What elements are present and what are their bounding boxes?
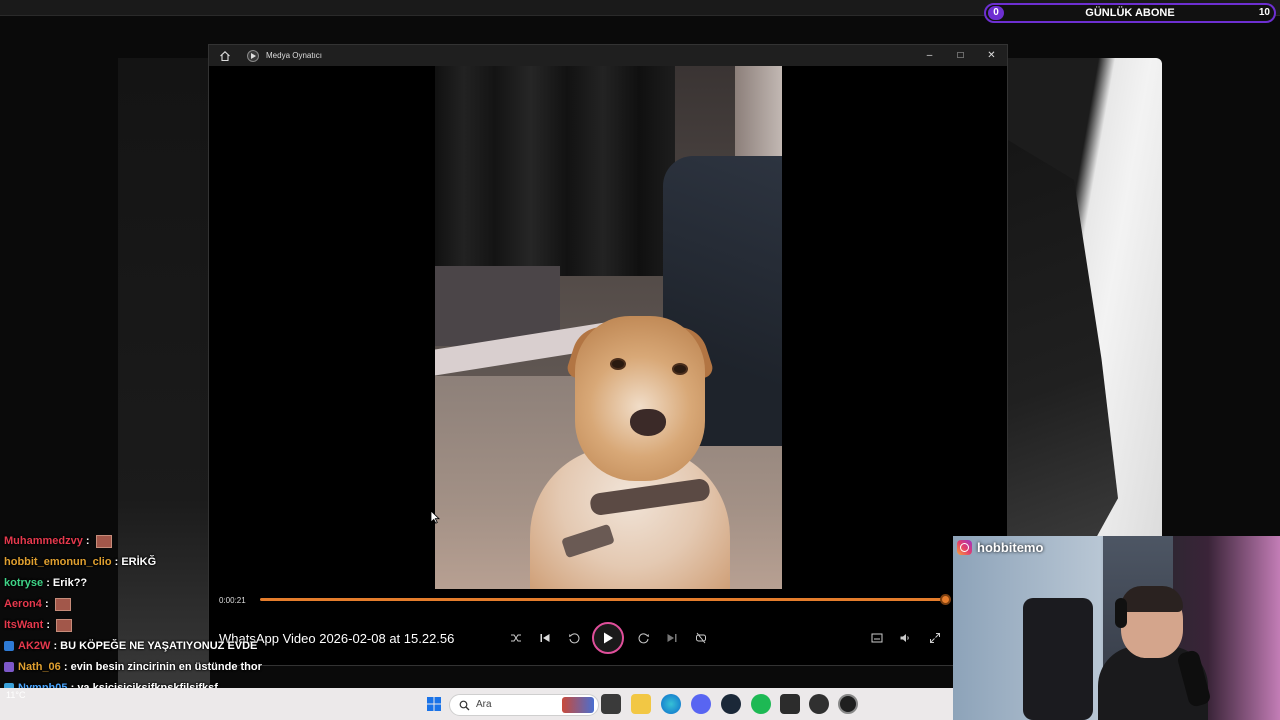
dog-head [575, 316, 705, 481]
instagram-label: hobbitemo [957, 540, 1043, 555]
chat-message: kotryse : Erik?? [4, 577, 88, 589]
chat-text: BU KÖPEĞE NE YAŞATIYONUZ EVDE [60, 640, 258, 652]
subscriber-goal-bar: 0 GÜNLÜK ABONE 10 [984, 3, 1276, 23]
steam-icon[interactable] [721, 694, 741, 714]
chat-badge-icon [4, 662, 14, 673]
webcam-headset [1115, 598, 1127, 628]
dog-left-eye [610, 358, 626, 370]
webcam-chair [1023, 598, 1093, 720]
chat-message: Muhammedzvy : [4, 531, 294, 552]
video-frame[interactable] [435, 66, 782, 589]
media-player-titlebar[interactable]: Medya Oynatıcı – □ ✕ [209, 45, 1007, 66]
chat-username: hobbit_emonun_clio [4, 556, 112, 568]
forward-30-icon[interactable] [632, 627, 654, 649]
repeat-icon[interactable] [690, 627, 712, 649]
chat-username: kotryse [4, 577, 44, 589]
chat-username: Nath_06 [18, 661, 61, 673]
seek-bar[interactable] [260, 598, 947, 601]
discord-icon[interactable] [691, 694, 711, 714]
dog-right-eye [672, 363, 688, 375]
chat-message: AK2W : BU KÖPEĞE NE YAŞATIYONUZ EVDE [4, 636, 294, 657]
file-explorer-icon[interactable] [631, 694, 651, 714]
webcam-overlay: hobbitemo [953, 536, 1280, 720]
weather-temperature: 11°C [6, 690, 26, 700]
media-player-app-icon [247, 49, 259, 62]
next-icon[interactable] [661, 627, 683, 649]
chat-badge-icon [4, 641, 14, 652]
play-button[interactable] [592, 622, 624, 654]
search-icon [459, 700, 470, 711]
seek-thumb[interactable] [940, 594, 951, 605]
obs-icon[interactable] [809, 694, 829, 714]
shuffle-icon[interactable] [505, 627, 527, 649]
close-button[interactable]: ✕ [976, 45, 1007, 66]
video-curtain [435, 66, 675, 276]
subtitles-icon[interactable] [866, 627, 888, 649]
chat-text: ERİKĞ [121, 556, 157, 568]
window-title: Medya Oynatıcı [266, 51, 323, 60]
play-icon [604, 632, 613, 644]
volume-icon[interactable] [894, 627, 916, 649]
chat-message: ItsWant : [4, 615, 294, 636]
mouse-cursor-icon [430, 510, 440, 524]
chat-text: Erik?? [52, 577, 88, 589]
minimize-button[interactable]: – [914, 45, 945, 66]
chat-message: hobbit_emonun_clio : ERİKĞ [4, 556, 157, 568]
media-player-window[interactable]: Medya Oynatıcı – □ ✕ 0:00:21 WhatsApp Vi… [208, 44, 1008, 666]
fullscreen-icon[interactable] [924, 627, 946, 649]
terminal-icon[interactable] [780, 694, 800, 714]
chat-username: Muhammedzvy [4, 535, 83, 547]
chat-username: Aeron4 [4, 598, 42, 610]
windows-start-icon[interactable] [424, 694, 444, 714]
taskbar-search-input[interactable]: Ara [449, 694, 599, 716]
previous-icon[interactable] [534, 627, 556, 649]
task-view-icon[interactable] [601, 694, 621, 714]
chat-message: Nath_06 : evin besin zincirinin en üstün… [4, 657, 294, 678]
chat-username: ItsWant [4, 619, 44, 631]
instagram-icon [957, 540, 972, 555]
instagram-handle: hobbitemo [977, 540, 1044, 555]
edge-browser-icon[interactable] [661, 694, 681, 714]
stream-scene: 0 GÜNLÜK ABONE 10 Medya Oynatıcı – □ ✕ 0… [0, 0, 1280, 720]
dog-nose [630, 409, 666, 436]
home-icon[interactable] [219, 50, 231, 62]
search-highlight-image [562, 697, 594, 713]
maximize-button[interactable]: □ [945, 45, 976, 66]
chat-emote-icon [54, 597, 71, 611]
chat-message: Aeron4 : [4, 594, 294, 615]
chat-username: AK2W [18, 640, 51, 652]
subscriber-goal-title: GÜNLÜK ABONE [1085, 7, 1175, 19]
search-placeholder: Ara [476, 699, 492, 710]
subscriber-goal-target: 10 [1258, 7, 1270, 18]
rewind-10-icon[interactable] [563, 627, 585, 649]
chat-text: evin besin zincirinin en üstünde thor [70, 661, 262, 673]
spotify-icon[interactable] [751, 694, 771, 714]
webcam-person-hair [1121, 586, 1183, 612]
chat-emote-icon [95, 534, 112, 548]
media-player-taskbar-icon[interactable] [838, 694, 858, 714]
chat-emote-icon [56, 618, 73, 632]
